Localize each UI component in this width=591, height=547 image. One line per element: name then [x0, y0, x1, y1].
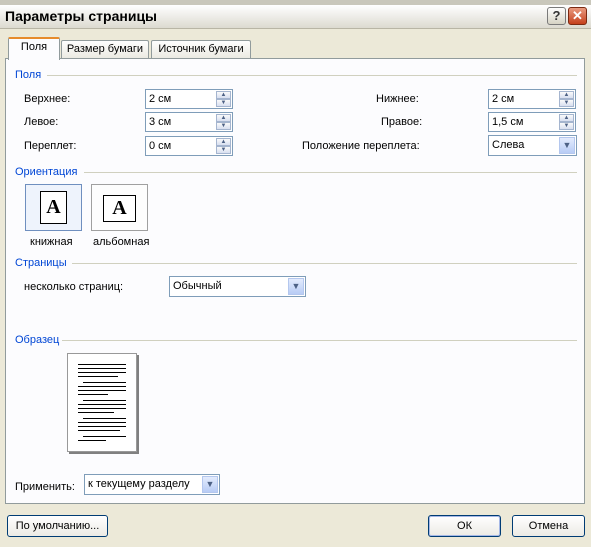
default-button[interactable]: По умолчанию... [7, 515, 108, 537]
top-margin-spinner[interactable]: 2 см ▲ ▼ [145, 89, 233, 109]
spin-down-icon[interactable]: ▼ [216, 99, 231, 107]
margins-group-label: Поля [15, 69, 42, 81]
gutter-position-select[interactable]: Слева ▼ [488, 135, 577, 156]
close-button[interactable]: ✕ [568, 7, 587, 25]
gutter-label: Переплет: [24, 140, 77, 152]
preview-line [78, 372, 126, 373]
apply-to-select[interactable]: к текущему разделу ▼ [84, 474, 220, 495]
window-title: Параметры страницы [5, 8, 158, 24]
gutter-spinner[interactable]: 0 см ▲ ▼ [145, 136, 233, 156]
orientation-divider [84, 172, 577, 173]
bottom-margin-value: 2 см [492, 93, 515, 105]
chevron-down-icon[interactable]: ▼ [288, 278, 304, 295]
orientation-group-label: Ориентация [15, 166, 78, 178]
gutter-position-label: Положение переплета: [302, 140, 420, 152]
right-margin-label: Правое: [381, 116, 423, 128]
preview-line [83, 418, 126, 419]
preview-line [78, 426, 126, 427]
spin-up-icon[interactable]: ▲ [559, 91, 574, 99]
preview-line [78, 390, 126, 391]
landscape-label: альбомная [93, 236, 150, 248]
apply-label: Применить: [15, 481, 75, 493]
sample-group-label: Образец [15, 334, 60, 346]
tab-paper-size[interactable]: Размер бумаги [61, 40, 149, 58]
portrait-page-icon: A [40, 191, 67, 224]
spin-down-icon[interactable]: ▼ [216, 122, 231, 130]
preview-line [83, 400, 126, 401]
preview-line [78, 368, 126, 369]
preview-line [78, 422, 126, 423]
right-margin-spinner[interactable]: 1,5 см ▲ ▼ [488, 112, 576, 132]
multiple-pages-label: несколько страниц: [24, 281, 124, 293]
preview-line [78, 394, 108, 395]
preview-line [78, 364, 126, 365]
preview-line [78, 412, 114, 413]
left-margin-label: Левое: [24, 116, 59, 128]
bottom-margin-label: Нижнее: [376, 93, 419, 105]
left-margin-value: 3 см [149, 116, 172, 128]
preview-line [78, 404, 126, 405]
landscape-option[interactable]: A [91, 184, 148, 231]
landscape-page-icon: A [103, 195, 136, 222]
preview-line [78, 376, 118, 377]
spin-up-icon[interactable]: ▲ [216, 138, 231, 146]
spin-up-icon[interactable]: ▲ [559, 114, 574, 122]
preview-line [83, 436, 126, 437]
portrait-label: книжная [30, 236, 73, 248]
pages-divider [72, 263, 577, 264]
preview-line [78, 430, 120, 431]
portrait-option[interactable]: A [25, 184, 82, 231]
chevron-down-icon[interactable]: ▼ [559, 137, 575, 154]
spin-up-icon[interactable]: ▲ [216, 114, 231, 122]
help-button[interactable]: ? [547, 7, 566, 25]
pages-group-label: Страницы [15, 257, 67, 269]
margins-divider [47, 75, 577, 76]
left-margin-spinner[interactable]: 3 см ▲ ▼ [145, 112, 233, 132]
multiple-pages-value: Обычный [173, 280, 222, 292]
tab-margins[interactable]: Поля [8, 37, 60, 60]
spin-down-icon[interactable]: ▼ [559, 122, 574, 130]
top-margin-label: Верхнее: [24, 93, 71, 105]
top-margin-value: 2 см [149, 93, 172, 105]
page-preview [67, 353, 137, 452]
spin-up-icon[interactable]: ▲ [216, 91, 231, 99]
spin-down-icon[interactable]: ▼ [559, 99, 574, 107]
multiple-pages-select[interactable]: Обычный ▼ [169, 276, 306, 297]
bottom-margin-spinner[interactable]: 2 см ▲ ▼ [488, 89, 576, 109]
right-margin-value: 1,5 см [492, 116, 524, 128]
apply-to-value: к текущему разделу [88, 478, 190, 490]
gutter-value: 0 см [149, 140, 172, 152]
spin-down-icon[interactable]: ▼ [216, 146, 231, 154]
tab-paper-source[interactable]: Источник бумаги [151, 40, 251, 58]
sample-divider [62, 340, 577, 341]
ok-button[interactable]: ОК [428, 515, 501, 537]
preview-line [83, 382, 126, 383]
cancel-button[interactable]: Отмена [512, 515, 585, 537]
gutter-position-value: Слева [492, 139, 525, 151]
preview-line [78, 440, 106, 441]
chevron-down-icon[interactable]: ▼ [202, 476, 218, 493]
preview-line [78, 386, 126, 387]
title-bar: Параметры страницы ? ✕ [0, 5, 591, 29]
preview-line [78, 408, 126, 409]
